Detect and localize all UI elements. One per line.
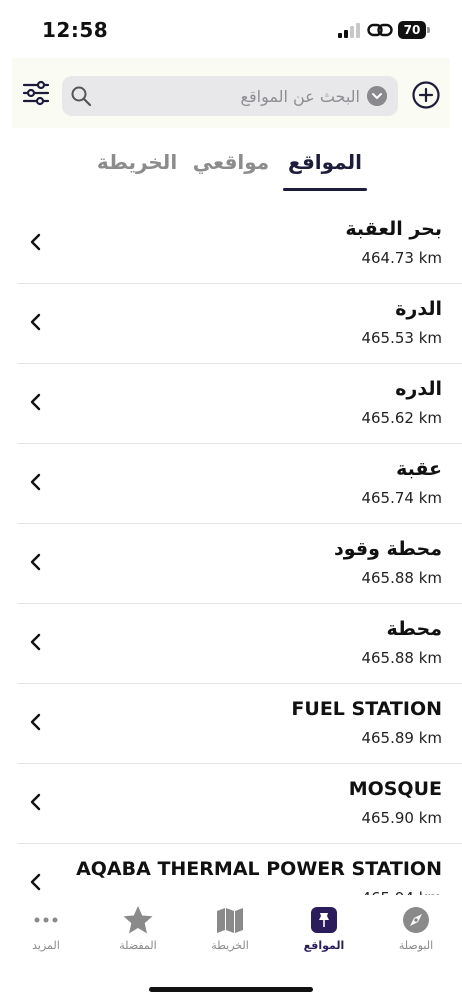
- chevron-left-icon: [30, 793, 41, 811]
- location-distance: 465.88 km: [361, 569, 442, 587]
- location-distance: 465.89 km: [361, 729, 442, 747]
- bottom-tab-bar: البوصلة المواقع الخريطة المفضلة المزيد: [0, 895, 462, 999]
- list-item[interactable]: محطة وقود 465.88 km: [18, 524, 462, 604]
- list-item[interactable]: الدرة 465.53 km: [18, 284, 462, 364]
- nav-more[interactable]: المزيد: [6, 905, 86, 965]
- list-item[interactable]: بحر العقبة 464.73 km: [18, 204, 462, 284]
- location-distance: 465.53 km: [361, 329, 442, 347]
- location-distance: 465.88 km: [361, 649, 442, 667]
- location-distance: 465.74 km: [361, 489, 442, 507]
- chevron-left-icon: [30, 233, 41, 251]
- location-name: عقبة: [396, 458, 442, 480]
- filter-sliders-icon[interactable]: [22, 78, 50, 108]
- location-distance: 465.62 km: [361, 409, 442, 427]
- nav-favorites[interactable]: المفضلة: [98, 905, 178, 965]
- location-name: الدره: [395, 378, 442, 400]
- nav-label: المزيد: [32, 939, 60, 952]
- compass-icon: [403, 907, 429, 933]
- search-bar: [62, 76, 398, 116]
- dropdown-chevron-icon[interactable]: [367, 86, 387, 106]
- nav-map[interactable]: الخريطة: [190, 905, 270, 965]
- tab-map[interactable]: الخريطة: [96, 150, 178, 186]
- list-item[interactable]: محطة 465.88 km: [18, 604, 462, 684]
- tab-my-locations[interactable]: مواقعي: [188, 150, 274, 186]
- chevron-left-icon: [30, 393, 41, 411]
- search-icon: [71, 86, 92, 107]
- nav-label: المواقع: [303, 939, 345, 952]
- nav-label: البوصلة: [398, 939, 434, 952]
- battery-level: 70: [398, 21, 426, 39]
- add-circle-icon[interactable]: [411, 80, 441, 110]
- status-bar: 12:58 70: [0, 0, 462, 56]
- star-icon: [123, 906, 153, 934]
- search-input[interactable]: [98, 76, 360, 116]
- battery-icon: 70: [398, 21, 430, 39]
- search-header: [12, 58, 450, 128]
- more-icon: [34, 917, 58, 923]
- list-item[interactable]: FUEL STATION 465.89 km: [18, 684, 462, 764]
- chevron-left-icon: [30, 713, 41, 731]
- location-name: AQABA THERMAL POWER STATION: [76, 858, 442, 880]
- active-tab-indicator: [283, 188, 367, 191]
- home-indicator[interactable]: [149, 987, 313, 992]
- nav-locations[interactable]: المواقع: [284, 905, 364, 965]
- location-name: بحر العقبة: [345, 218, 442, 240]
- status-time: 12:58: [42, 18, 109, 42]
- location-distance: 464.73 km: [361, 249, 442, 267]
- list-item[interactable]: عقبة 465.74 km: [18, 444, 462, 524]
- chevron-left-icon: [30, 473, 41, 491]
- location-name: MOSQUE: [348, 778, 442, 800]
- list-item[interactable]: MOSQUE 465.90 km: [18, 764, 462, 844]
- chevron-left-icon: [30, 633, 41, 651]
- view-tabs: المواقع مواقعي الخريطة: [0, 150, 462, 194]
- cellular-signal-icon: [338, 22, 360, 38]
- location-name: الدرة: [395, 298, 442, 320]
- location-name: FUEL STATION: [291, 698, 442, 720]
- location-distance: 465.90 km: [361, 809, 442, 827]
- chevron-left-icon: [30, 553, 41, 571]
- location-name: محطة: [386, 618, 443, 640]
- chevron-left-icon: [30, 313, 41, 331]
- chevron-left-icon: [30, 873, 41, 891]
- locations-list: بحر العقبة 464.73 km الدرة 465.53 km الد…: [0, 204, 462, 924]
- map-icon: [217, 908, 243, 933]
- personal-hotspot-icon: [367, 23, 393, 37]
- nav-label: الخريطة: [211, 939, 249, 952]
- list-item[interactable]: الدره 465.62 km: [18, 364, 462, 444]
- location-name: محطة وقود: [333, 538, 442, 560]
- nav-label: المفضلة: [119, 939, 157, 952]
- pin-icon: [311, 907, 337, 933]
- nav-compass[interactable]: البوصلة: [376, 905, 456, 965]
- tab-locations[interactable]: المواقع: [283, 150, 367, 186]
